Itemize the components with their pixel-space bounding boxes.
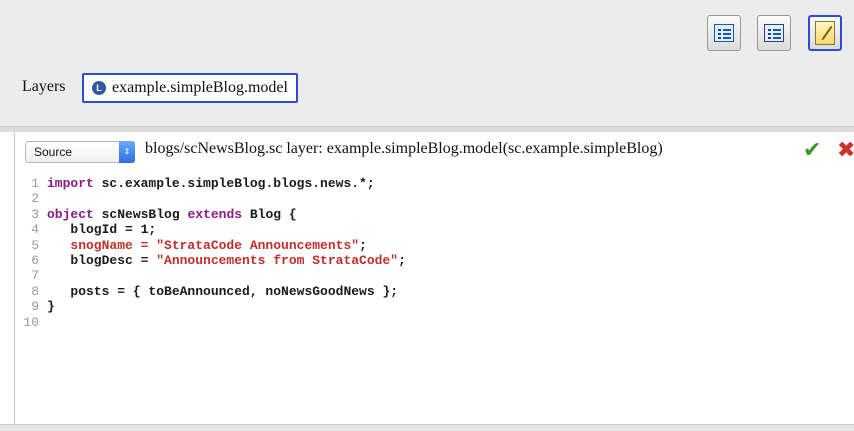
code-line: 5 snogName = "StrataCode Announcements"; bbox=[15, 238, 854, 253]
code-text: object scNewsBlog extends Blog { bbox=[47, 207, 297, 222]
code-token: blogDesc = bbox=[47, 252, 157, 268]
bottom-border bbox=[0, 424, 854, 431]
code-text: blogDesc = "Announcements from StrataCod… bbox=[47, 252, 406, 268]
code-text: import sc.example.simpleBlog.blogs.news.… bbox=[47, 176, 375, 191]
toolbar bbox=[0, 0, 854, 64]
code-line: 7 bbox=[15, 268, 854, 283]
code-token: import bbox=[47, 176, 94, 191]
layer-chip[interactable]: L example.simpleBlog.model bbox=[82, 73, 298, 103]
code-token: Blog { bbox=[242, 206, 297, 222]
code-line: 1 import sc.example.simpleBlog.blogs.news… bbox=[15, 176, 854, 191]
line-number: 9 bbox=[31, 299, 39, 315]
line-number: 8 bbox=[31, 283, 39, 299]
layer-icon: L bbox=[92, 81, 106, 95]
code-text: blogId = 1; bbox=[47, 222, 156, 237]
view-select-value: Source bbox=[34, 145, 73, 159]
close-icon[interactable]: ✖ bbox=[837, 138, 854, 163]
file-path: blogs/scNewsBlog.sc layer: example.simpl… bbox=[145, 140, 663, 157]
code-token: blogId = 1; bbox=[47, 222, 157, 238]
pencil-icon bbox=[815, 21, 835, 45]
code-token: sc.example.simpleBlog.blogs.news.*; bbox=[93, 176, 375, 191]
code-line: 4 blogId = 1; bbox=[15, 222, 854, 237]
line-number: 4 bbox=[31, 222, 39, 238]
line-number: 5 bbox=[31, 237, 39, 253]
checkmark-icon[interactable]: ✔ bbox=[803, 138, 821, 163]
code-token: ; bbox=[359, 237, 367, 253]
code-token: posts = { toBeAnnounced, noNewsGoodNews … bbox=[47, 283, 399, 299]
line-number: 3 bbox=[31, 206, 39, 222]
code-line: 10 bbox=[15, 315, 854, 330]
code-token: scNewsBlog bbox=[93, 206, 188, 222]
detail-list-icon bbox=[764, 24, 784, 42]
code-line: 6 blogDesc = "Announcements from StrataC… bbox=[15, 253, 854, 268]
code-text: posts = { toBeAnnounced, noNewsGoodNews … bbox=[47, 284, 398, 299]
code-text: } bbox=[47, 299, 55, 314]
code-line: 2 bbox=[15, 191, 854, 206]
code-line: 9} bbox=[15, 299, 854, 314]
layers-label: Layers bbox=[22, 78, 66, 95]
edit-button[interactable] bbox=[808, 15, 842, 51]
line-number: 10 bbox=[23, 314, 39, 330]
layer-name: example.simpleBlog.model bbox=[112, 79, 288, 96]
code-text: snogName = "StrataCode Announcements"; bbox=[47, 237, 367, 253]
list-icon bbox=[714, 24, 734, 42]
line-number: 1 bbox=[31, 176, 39, 191]
line-number: 7 bbox=[31, 268, 39, 284]
code-token: snogName = bbox=[47, 237, 157, 253]
detail-list-button[interactable] bbox=[757, 15, 791, 51]
source-editor: Source ⇕ blogs/scNewsBlog.sc layer: exam… bbox=[14, 132, 854, 424]
code-token: object bbox=[47, 206, 94, 222]
code-token: "StrataCode Announcements" bbox=[156, 237, 360, 253]
code-line: 3 object scNewsBlog extends Blog { bbox=[15, 207, 854, 222]
line-number: 2 bbox=[31, 191, 39, 207]
list-view-button[interactable] bbox=[707, 15, 741, 51]
line-number: 6 bbox=[31, 252, 39, 268]
code-token: extends bbox=[187, 206, 243, 222]
code-token: } bbox=[47, 299, 55, 315]
view-select[interactable]: Source ⇕ bbox=[25, 141, 135, 163]
code-token: "Announcements from StrataCode" bbox=[156, 252, 399, 268]
chevron-updown-icon: ⇕ bbox=[119, 141, 135, 163]
code-token: ; bbox=[398, 252, 406, 268]
code-area[interactable]: 1 import sc.example.simpleBlog.blogs.news… bbox=[15, 176, 854, 330]
layers-bar: Layers L example.simpleBlog.model bbox=[0, 64, 854, 126]
code-line: 8 posts = { toBeAnnounced, noNewsGoodNew… bbox=[15, 284, 854, 299]
